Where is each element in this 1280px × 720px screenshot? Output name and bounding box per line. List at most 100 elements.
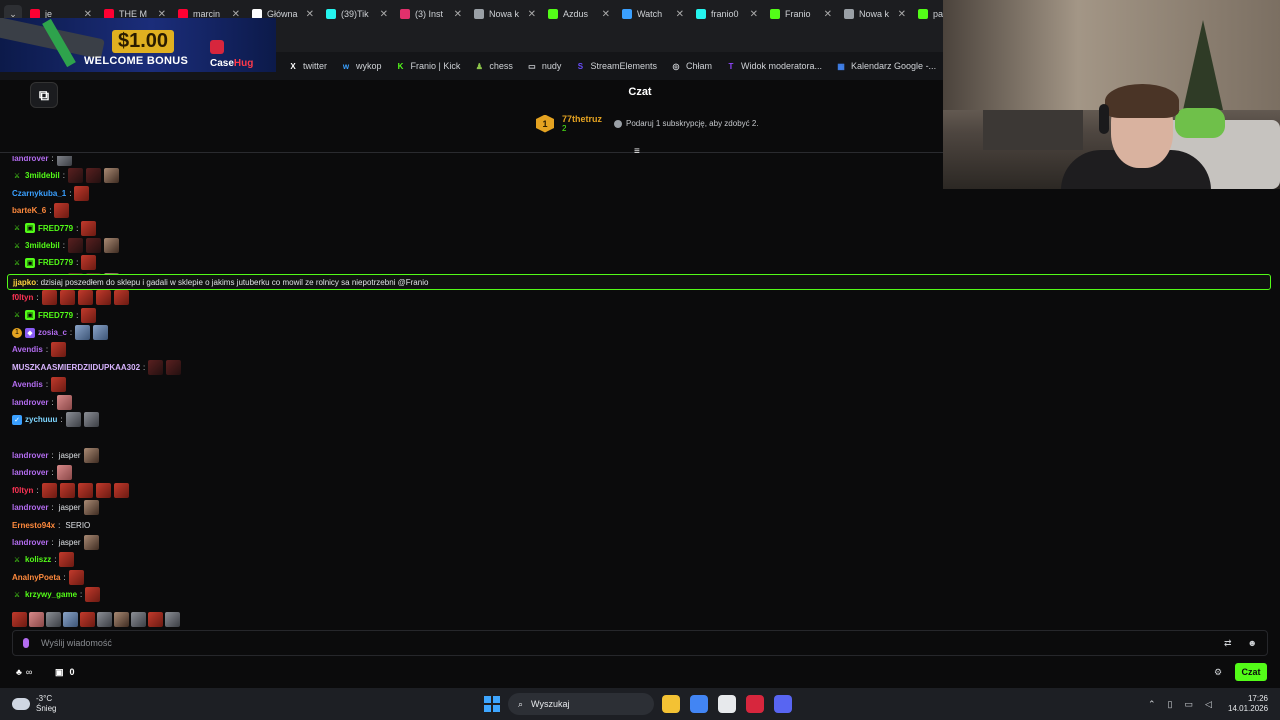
emote-icon[interactable] — [148, 359, 164, 375]
chat-message[interactable]: barteK_6: — [12, 202, 70, 219]
emote-icon[interactable] — [77, 290, 93, 306]
quick-emote-icon[interactable] — [46, 612, 61, 627]
chevron-up-icon[interactable]: ⌃ — [1148, 699, 1156, 710]
chat-settings-icon[interactable]: ⚙ — [1214, 667, 1222, 678]
chat-input[interactable]: Wyślij wiadomość ⇄ ☻ — [12, 630, 1268, 656]
emoji-picker-icon[interactable]: ☻ — [1248, 638, 1257, 649]
highlight-username[interactable]: jjapko — [13, 278, 36, 287]
weather-widget[interactable]: -3°C Śnieg — [12, 694, 56, 714]
close-tab-icon[interactable]: ✕ — [454, 9, 462, 20]
quick-emote-icon[interactable] — [148, 612, 163, 627]
windows-start-icon[interactable] — [484, 696, 500, 712]
emote-icon[interactable] — [74, 185, 90, 201]
emote-icon[interactable] — [75, 325, 91, 340]
emote-icon[interactable] — [54, 203, 70, 219]
chat-username[interactable]: FRED779 — [38, 311, 73, 320]
close-tab-icon[interactable]: ✕ — [676, 9, 684, 20]
chat-message[interactable]: landrover: jasper — [12, 499, 99, 516]
close-tab-icon[interactable]: ✕ — [824, 9, 832, 20]
chat-message[interactable]: ⚔ 3mildebil: — [12, 167, 119, 184]
chat-message[interactable]: MUSZKAASMIERDZIIDUPKAA302: — [12, 359, 182, 376]
chat-username[interactable]: landrover — [12, 451, 48, 460]
emote-icon[interactable] — [65, 412, 81, 427]
quick-emote-icon[interactable] — [114, 612, 129, 627]
chat-username[interactable]: barteK_6 — [12, 206, 46, 215]
browser-tab[interactable]: franio0 ✕ — [690, 3, 762, 25]
chat-username[interactable]: landrover — [12, 503, 48, 512]
taskbar-app-icon[interactable] — [662, 695, 680, 713]
highlighted-message[interactable]: jjapko: dzisiaj poszedłem do sklepu i ga… — [7, 274, 1271, 290]
emote-icon[interactable] — [93, 325, 109, 340]
chat-username[interactable]: Avendis — [12, 345, 43, 354]
chat-message[interactable]: landrover: jasper — [12, 447, 99, 464]
chat-username[interactable]: MUSZKAASMIERDZIIDUPKAA302 — [12, 363, 140, 372]
emote-icon[interactable] — [41, 290, 57, 306]
emote-icon[interactable] — [56, 465, 72, 481]
emote-icon[interactable] — [67, 238, 83, 253]
emote-icon[interactable] — [113, 290, 129, 306]
chat-message[interactable]: Avendis: — [12, 376, 67, 393]
emote-icon[interactable] — [166, 359, 182, 375]
emote-icon[interactable] — [41, 482, 57, 498]
chat-username[interactable]: FRED779 — [38, 258, 73, 267]
close-tab-icon[interactable]: ✕ — [750, 9, 758, 20]
bookmark-item[interactable]: T Widok moderatora... — [726, 61, 822, 71]
emote-icon[interactable] — [83, 535, 99, 550]
taskbar-app-icon[interactable] — [774, 695, 792, 713]
chat-message[interactable]: ⚔ ▣ FRED779: — [12, 307, 97, 324]
chat-message[interactable]: ⚔ krzywy_game: — [12, 586, 101, 603]
taskbar-app-icon[interactable] — [746, 695, 764, 713]
browser-tab[interactable]: Azdus ✕ — [542, 3, 614, 25]
chat-message[interactable]: landrover: jasper — [12, 534, 99, 551]
chat-username[interactable]: landrover — [12, 468, 48, 477]
browser-tab[interactable]: Nowa k ✕ — [838, 3, 910, 25]
network-icon[interactable]: ▭ — [1185, 699, 1194, 710]
taskbar-app-icon[interactable] — [718, 695, 736, 713]
taskbar-app-icon[interactable] — [690, 695, 708, 713]
emote-icon[interactable] — [103, 168, 119, 184]
emote-icon[interactable] — [68, 569, 84, 585]
emote-icon[interactable] — [95, 290, 111, 306]
emote-icon[interactable] — [85, 238, 101, 253]
emote-icon[interactable] — [81, 255, 97, 271]
bookmark-item[interactable]: ▦ Kalendarz Google -... — [836, 61, 936, 71]
bookmark-item[interactable]: ♟ chess — [474, 61, 513, 71]
bookmark-item[interactable]: K Franio | Kick — [396, 61, 461, 71]
gift-sub-info[interactable]: Podaruj 1 subskrypcję, aby zdobyć 2. — [614, 119, 759, 128]
emote-icon[interactable] — [51, 377, 67, 393]
quick-emote-icon[interactable] — [131, 612, 146, 627]
quick-emote-icon[interactable] — [97, 612, 112, 627]
quick-emote-icon[interactable] — [80, 612, 95, 627]
chat-message[interactable]: f0ltyn: — [12, 289, 129, 306]
chat-message[interactable]: landrover: — [12, 394, 72, 411]
chat-username[interactable]: f0ltyn — [12, 486, 33, 495]
chat-username[interactable]: Avendis — [12, 380, 43, 389]
emote-icon[interactable] — [103, 238, 119, 253]
chat-message[interactable]: AnalnyPoeta: — [12, 569, 84, 586]
chat-message[interactable]: ⚔ koliszz: — [12, 551, 75, 568]
channel-points[interactable]: ♣ ∞ — [16, 667, 32, 677]
chat-message[interactable]: landrover: — [12, 156, 72, 167]
quick-emote-icon[interactable] — [63, 612, 78, 627]
chat-username[interactable]: f0ltyn — [12, 293, 33, 302]
chat-username[interactable]: koliszz — [25, 555, 51, 564]
chat-username[interactable]: 3mildebil — [25, 241, 60, 250]
emote-icon[interactable] — [85, 168, 101, 184]
chat-username[interactable]: landrover — [12, 398, 48, 407]
emote-icon[interactable] — [83, 448, 99, 463]
taskbar-search[interactable]: ⌕ Wyszukaj — [508, 693, 654, 715]
emote-icon[interactable] — [51, 342, 67, 358]
chat-message[interactable]: ✓ zychuuu: — [12, 411, 99, 428]
gift-sub-button[interactable]: ▣ 0 — [55, 667, 75, 678]
taskbar-clock[interactable]: 17:26 14.01.2026 — [1228, 694, 1268, 714]
bookmark-item[interactable]: Xtwitter — [288, 61, 327, 71]
emote-icon[interactable] — [77, 482, 93, 498]
emote-icon[interactable] — [113, 482, 129, 498]
emote-icon[interactable] — [56, 394, 72, 410]
browser-tab[interactable]: (3) Inst ✕ — [394, 3, 466, 25]
close-tab-icon[interactable]: ✕ — [380, 9, 388, 20]
chat-username[interactable]: landrover — [12, 156, 48, 163]
close-tab-icon[interactable]: ✕ — [306, 9, 314, 20]
browser-tab[interactable]: (39)Tik ✕ — [320, 3, 392, 25]
chat-message[interactable]: Ernesto94x: SERIO — [12, 517, 90, 534]
